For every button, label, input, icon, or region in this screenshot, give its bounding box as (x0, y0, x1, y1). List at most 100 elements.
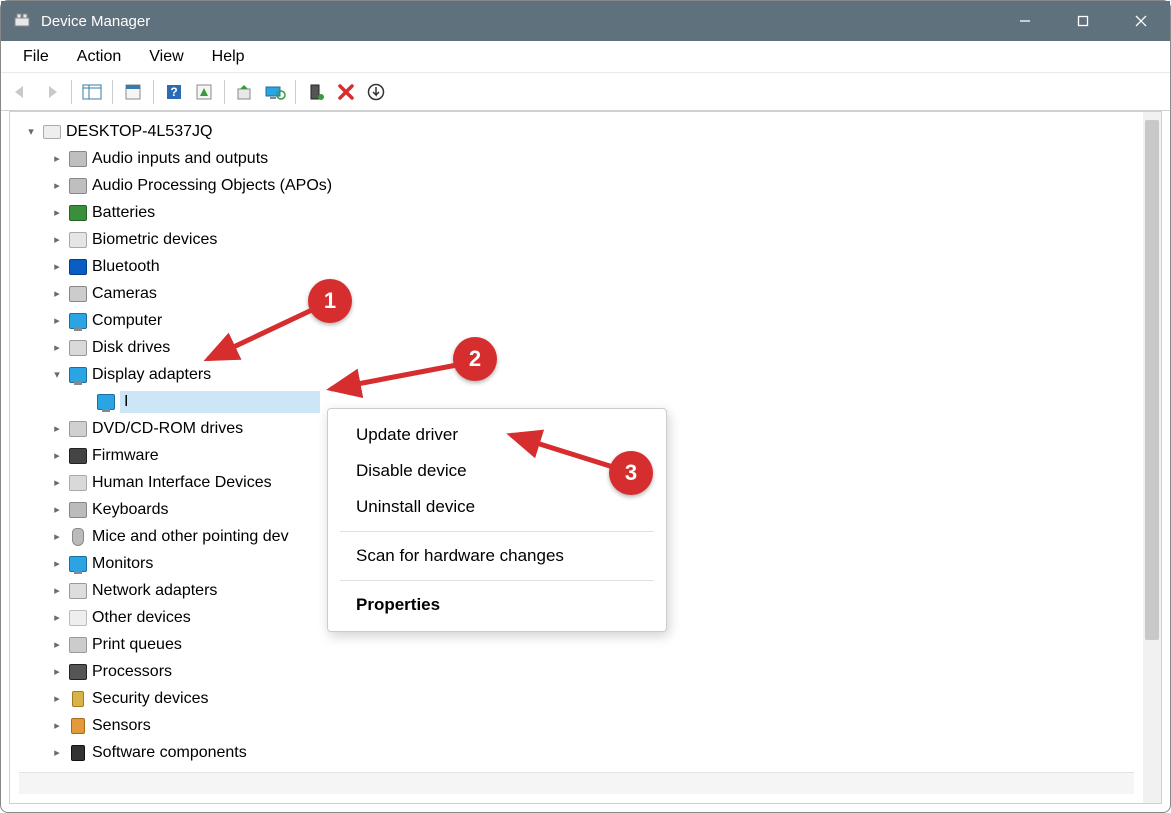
bluetooth-icon (68, 257, 88, 277)
battery-icon (68, 203, 88, 223)
menu-help[interactable]: Help (198, 44, 259, 70)
tree-item-print[interactable]: ▸ Print queues (14, 631, 1143, 658)
chevron-right-icon[interactable]: ▸ (48, 447, 66, 465)
chevron-right-icon[interactable]: ▸ (48, 204, 66, 222)
chevron-right-icon[interactable]: ▸ (48, 636, 66, 654)
tree-label: Processors (92, 663, 172, 681)
chevron-right-icon[interactable]: ▸ (48, 285, 66, 303)
context-scan-hardware[interactable]: Scan for hardware changes (328, 538, 666, 574)
tree-label: Other devices (92, 609, 191, 627)
tree-label: Cameras (92, 285, 157, 303)
actions-button[interactable] (190, 78, 218, 106)
tree-label: Display adapters (92, 366, 211, 384)
tree-item-biometric[interactable]: ▸ Biometric devices (14, 226, 1143, 253)
fingerprint-icon (68, 230, 88, 250)
tree-item-cameras[interactable]: ▸ Cameras (14, 280, 1143, 307)
tree-label: Batteries (92, 204, 155, 222)
tree-label: Mice and other pointing dev (92, 528, 289, 546)
keyboard-icon (68, 500, 88, 520)
chevron-down-icon[interactable]: ▾ (48, 366, 66, 384)
chevron-right-icon[interactable]: ▸ (48, 528, 66, 546)
cpu-icon (68, 662, 88, 682)
context-separator (340, 580, 654, 581)
back-button[interactable] (7, 78, 35, 106)
tree-root[interactable]: ▾ DESKTOP-4L537JQ (14, 118, 1143, 145)
tree-label: Human Interface Devices (92, 474, 272, 492)
tree-item-batteries[interactable]: ▸ Batteries (14, 199, 1143, 226)
chevron-right-icon[interactable]: ▸ (48, 609, 66, 627)
enable-device-button[interactable] (302, 78, 330, 106)
unknown-device-icon (68, 608, 88, 628)
vertical-scrollbar[interactable] (1143, 112, 1161, 803)
chevron-right-icon[interactable]: ▸ (48, 663, 66, 681)
chevron-right-icon[interactable]: ▸ (48, 555, 66, 573)
tree-item-computer[interactable]: ▸ Computer (14, 307, 1143, 334)
chevron-right-icon[interactable]: ▸ (48, 312, 66, 330)
tree-label: Audio Processing Objects (APOs) (92, 177, 332, 195)
chevron-right-icon[interactable]: ▸ (48, 150, 66, 168)
close-button[interactable] (1112, 1, 1170, 41)
tree-item-audio-apo[interactable]: ▸ Audio Processing Objects (APOs) (14, 172, 1143, 199)
tree-label: Audio inputs and outputs (92, 150, 268, 168)
chevron-right-icon[interactable]: ▸ (48, 339, 66, 357)
help-button[interactable]: ? (160, 78, 188, 106)
hid-icon (68, 473, 88, 493)
network-icon (68, 581, 88, 601)
tree-item-display[interactable]: ▾ Display adapters (14, 361, 1143, 388)
context-properties[interactable]: Properties (328, 587, 666, 623)
tree-item-bluetooth[interactable]: ▸ Bluetooth (14, 253, 1143, 280)
tree-label: Firmware (92, 447, 159, 465)
svg-text:?: ? (170, 85, 177, 99)
tree-label: Print queues (92, 636, 182, 654)
chevron-right-icon[interactable]: ▸ (48, 582, 66, 600)
tree-label: Monitors (92, 555, 153, 573)
menu-view[interactable]: View (135, 44, 197, 70)
chevron-right-icon[interactable]: ▸ (48, 474, 66, 492)
display-adapter-icon (68, 365, 88, 385)
chevron-down-icon[interactable]: ▾ (22, 123, 40, 141)
software-icon (68, 743, 88, 763)
tree-root-label: DESKTOP-4L537JQ (66, 123, 212, 141)
chevron-right-icon[interactable]: ▸ (48, 231, 66, 249)
app-icon (13, 12, 31, 30)
update-driver-button[interactable] (231, 78, 259, 106)
context-uninstall-device[interactable]: Uninstall device (328, 489, 666, 525)
tree-item-disk[interactable]: ▸ Disk drives (14, 334, 1143, 361)
menu-action[interactable]: Action (63, 44, 135, 70)
tree-item-processors[interactable]: ▸ Processors (14, 658, 1143, 685)
minimize-button[interactable] (996, 1, 1054, 41)
tree-label: Network adapters (92, 582, 217, 600)
maximize-button[interactable] (1054, 1, 1112, 41)
chevron-right-icon[interactable]: ▸ (48, 744, 66, 762)
camera-icon (68, 284, 88, 304)
properties-button[interactable] (119, 78, 147, 106)
tree-label: DVD/CD-ROM drives (92, 420, 243, 438)
chevron-right-icon[interactable]: ▸ (48, 501, 66, 519)
forward-button[interactable] (37, 78, 65, 106)
computer-icon (42, 122, 62, 142)
titlebar: Device Manager (1, 1, 1170, 41)
show-tree-button[interactable] (78, 78, 106, 106)
chevron-right-icon[interactable]: ▸ (48, 258, 66, 276)
add-legacy-button[interactable] (362, 78, 390, 106)
scrollbar-thumb[interactable] (1145, 120, 1159, 640)
window-controls (996, 1, 1170, 41)
chevron-right-icon[interactable]: ▸ (48, 420, 66, 438)
chevron-right-icon[interactable]: ▸ (48, 717, 66, 735)
chevron-right-icon[interactable]: ▸ (48, 177, 66, 195)
tree-item-software[interactable]: ▸ Software components (14, 739, 1143, 766)
disk-icon (68, 338, 88, 358)
context-separator (340, 531, 654, 532)
tree-label: Sensors (92, 717, 151, 735)
tree-label: Keyboards (92, 501, 169, 519)
chevron-right-icon[interactable]: ▸ (48, 690, 66, 708)
tree-label: Biometric devices (92, 231, 217, 249)
toolbar: ? (1, 73, 1170, 111)
menu-file[interactable]: File (9, 44, 63, 70)
tree-item-security[interactable]: ▸ Security devices (14, 685, 1143, 712)
uninstall-device-button[interactable] (332, 78, 360, 106)
scan-hardware-button[interactable] (261, 78, 289, 106)
tree-item-sensors[interactable]: ▸ Sensors (14, 712, 1143, 739)
printer-icon (68, 635, 88, 655)
tree-item-audio-io[interactable]: ▸ Audio inputs and outputs (14, 145, 1143, 172)
